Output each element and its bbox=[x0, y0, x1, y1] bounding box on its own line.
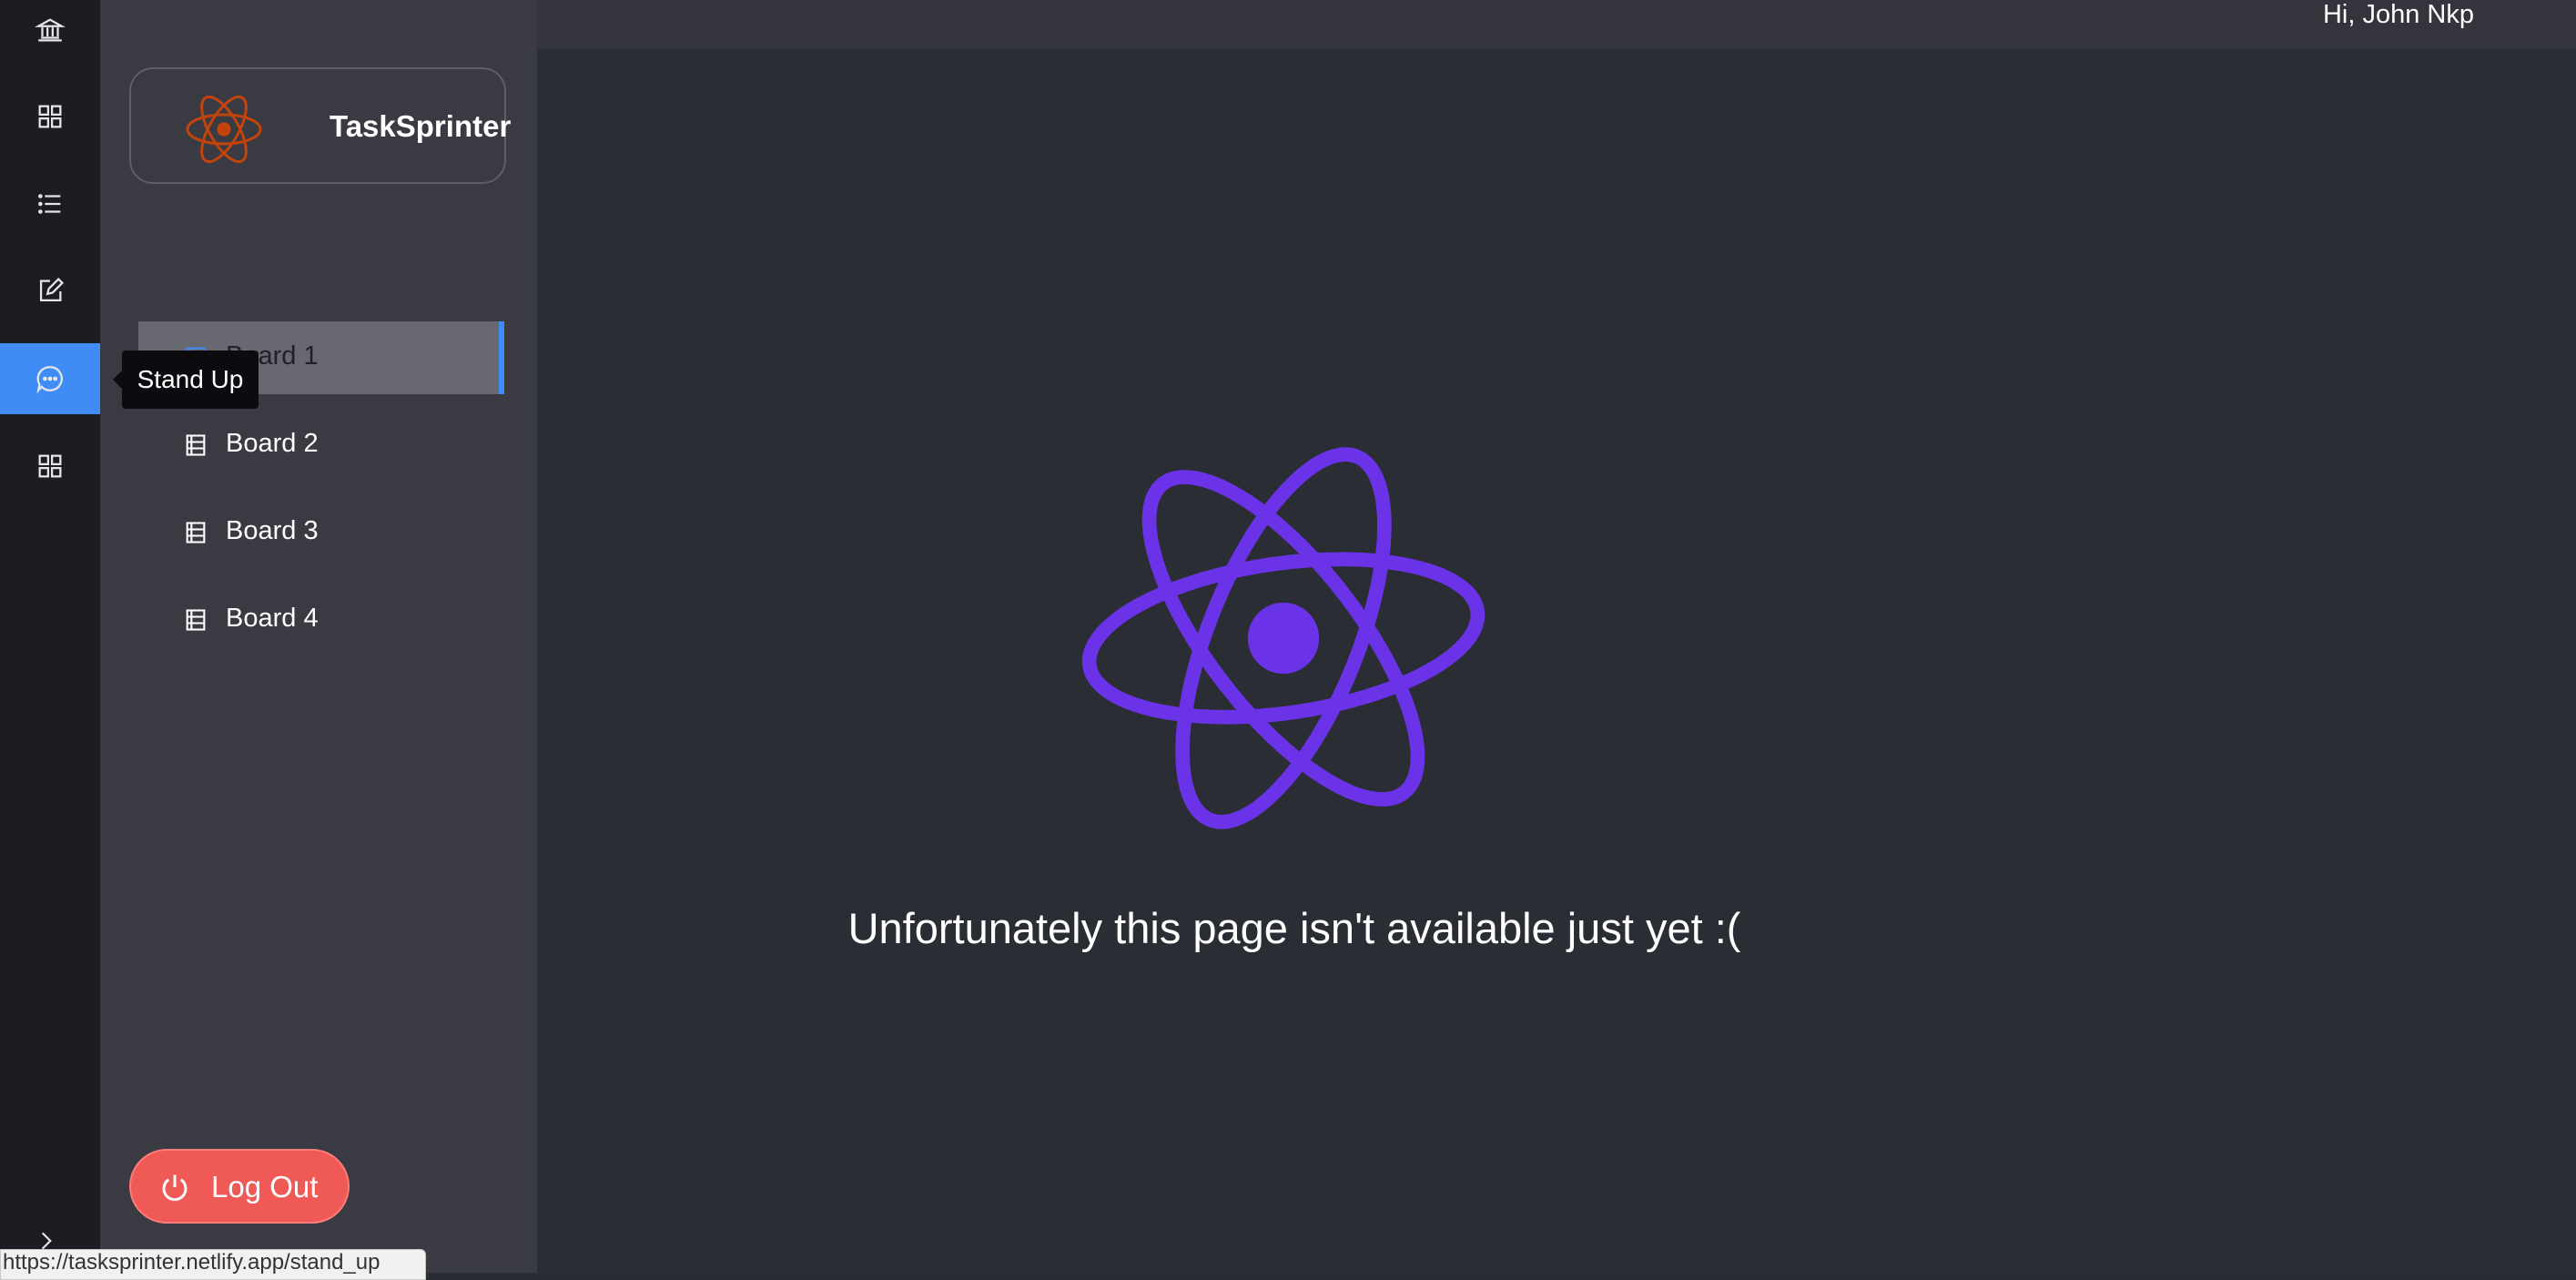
rail-item-home[interactable] bbox=[0, 0, 100, 66]
user-greeting[interactable]: Hi, John Nkp bbox=[2323, 0, 2474, 30]
edit-icon bbox=[39, 277, 65, 302]
board-label: Board 4 bbox=[226, 604, 319, 633]
chat-icon bbox=[36, 366, 63, 394]
link-status-bar: https://tasksprinter.netlify.app/stand_u… bbox=[0, 1249, 426, 1280]
rail-item-dashboard[interactable] bbox=[0, 81, 100, 152]
board-item-4[interactable]: Board 4 bbox=[138, 584, 504, 656]
rail-item-apps[interactable] bbox=[0, 431, 100, 502]
unavailable-message: Unfortunately this page isn't available … bbox=[847, 904, 1741, 952]
react-logo-icon bbox=[186, 95, 262, 164]
rail-item-list[interactable] bbox=[0, 168, 100, 239]
board-icon bbox=[186, 434, 206, 456]
stand-up-tooltip: Stand Up bbox=[113, 350, 259, 409]
rail-item-edit[interactable] bbox=[0, 256, 100, 327]
board-item-2[interactable]: Board 2 bbox=[138, 409, 504, 482]
rail-item-stand-up[interactable] bbox=[0, 343, 100, 414]
logout-label: Log Out bbox=[211, 1170, 319, 1204]
sidebar: TaskSprinter Board 1 Board 2 Board 3 Boa… bbox=[100, 0, 537, 1273]
board-label: Board 2 bbox=[226, 429, 319, 458]
brand-card[interactable]: TaskSprinter bbox=[129, 67, 511, 184]
board-item-3[interactable]: Board 3 bbox=[138, 496, 504, 569]
power-icon bbox=[162, 1174, 188, 1202]
app-name: TaskSprinter bbox=[330, 109, 512, 143]
board-label: Board 3 bbox=[226, 516, 319, 545]
board-icon bbox=[186, 609, 206, 631]
icon-rail bbox=[0, 0, 100, 1273]
react-logo-icon bbox=[1081, 447, 1486, 829]
apps-icon bbox=[38, 454, 62, 478]
grid-icon bbox=[38, 105, 62, 128]
top-bar: Hi, John Nkp bbox=[537, 0, 2576, 49]
list-icon bbox=[38, 194, 61, 214]
bank-icon bbox=[35, 18, 66, 42]
board-icon bbox=[186, 522, 206, 543]
main-content: Unfortunately this page isn't available … bbox=[537, 49, 2576, 1273]
logout-button[interactable]: Log Out bbox=[129, 1149, 350, 1224]
